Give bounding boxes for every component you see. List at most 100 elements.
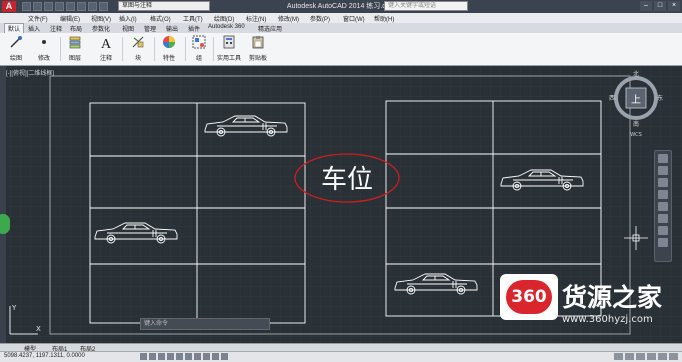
osnap-icon[interactable] (176, 353, 183, 360)
menu-dimension[interactable]: 标注(N) (246, 14, 266, 23)
menu-parametric[interactable]: 参数(P) (310, 14, 330, 23)
command-input[interactable]: 键入命令 (140, 318, 270, 330)
orbit-icon[interactable] (658, 190, 668, 199)
window-controls: – □ × (640, 1, 680, 11)
ribbon-divider (213, 37, 214, 61)
tab-autodesk-360[interactable]: Autodesk 360 (208, 24, 245, 30)
clipboard-button[interactable]: 剪贴板 (246, 35, 270, 62)
coordinate-readout: 5098.4237, 1197.1311, 0.0000 (4, 353, 85, 359)
menu-modify[interactable]: 修改(M) (278, 14, 299, 23)
tab-view[interactable]: 视图 (122, 24, 134, 33)
status-bar: 5098.4237, 1197.1311, 0.0000 (0, 351, 682, 362)
svg-text:Y: Y (11, 304, 17, 312)
zoom-icon[interactable] (658, 178, 668, 187)
menu-insert[interactable]: 插入(I) (119, 14, 137, 23)
menu-file[interactable]: 文件(F) (28, 14, 48, 23)
annotation-scale-icon[interactable] (625, 353, 634, 360)
tab-output[interactable]: 输出 (166, 24, 178, 33)
annotation-text: 车位 (321, 165, 373, 195)
transparency-icon[interactable] (221, 353, 228, 360)
layers-label: 图层 (68, 56, 81, 62)
utilities-button[interactable]: 实用工具 (216, 35, 242, 62)
viewcube-top-label: 上 (631, 94, 641, 106)
minimize-icon[interactable]: – (640, 1, 652, 11)
tab-annotate[interactable]: 注释 (50, 24, 62, 33)
menu-help[interactable]: 帮助(H) (374, 14, 394, 23)
menu-edit[interactable]: 编辑(E) (60, 14, 80, 23)
compass-east: 东 (657, 94, 663, 102)
ribbon-divider (185, 37, 186, 61)
lock-icon[interactable] (647, 353, 656, 360)
snap-icon[interactable] (140, 353, 147, 360)
clipboard-icon (252, 36, 264, 49)
tab-parametric[interactable]: 参数化 (92, 24, 110, 33)
layout-icon[interactable] (658, 226, 668, 235)
close-icon[interactable]: × (668, 1, 680, 11)
zoom-extents-icon[interactable] (658, 214, 668, 223)
ribbon-divider (154, 37, 155, 61)
annotation-icon: A (101, 37, 112, 52)
tab-layout[interactable]: 布局 (70, 24, 82, 33)
tab-manage[interactable]: 管理 (144, 24, 156, 33)
draw-button[interactable]: 绘图 (4, 35, 28, 62)
title-bar: A 草图与注释 Autodesk AutoCAD 2014 练习.dwg 键入关… (0, 0, 682, 14)
menu-window[interactable]: 窗口(W) (343, 14, 365, 23)
group-button[interactable]: 组 (187, 35, 211, 62)
model-space-icon[interactable] (614, 353, 623, 360)
layers-button[interactable]: 图层 (63, 35, 87, 62)
ducs-icon[interactable] (194, 353, 201, 360)
showmotion-icon[interactable] (658, 202, 668, 211)
wcs-label: WCS (630, 132, 642, 138)
brand-url: www.360hyzj.com (562, 314, 653, 325)
ribbon-divider (122, 37, 123, 61)
utilities-label: 实用工具 (216, 56, 241, 62)
tab-featured-apps[interactable]: 精选应用 (258, 24, 282, 33)
menu-format[interactable]: 格式(O) (150, 14, 171, 23)
menu-view[interactable]: 视图(V) (91, 14, 111, 23)
compass-south: 南 (633, 120, 639, 128)
modify-label: 修改 (37, 56, 50, 62)
tab-plugins[interactable]: 插件 (188, 24, 200, 33)
menu-tools[interactable]: 工具(T) (183, 14, 203, 23)
tab-insert[interactable]: 插入 (28, 24, 40, 33)
grid-icon[interactable] (149, 353, 156, 360)
properties-icon (163, 36, 175, 48)
pan-icon[interactable] (658, 166, 668, 175)
utilities-icon (223, 35, 235, 49)
clean-screen-icon[interactable] (669, 353, 678, 360)
otrack-icon[interactable] (185, 353, 192, 360)
annotation-button[interactable]: A 注释 (94, 35, 118, 62)
group-icon (192, 35, 206, 49)
steering-wheel-icon[interactable] (658, 154, 668, 163)
ribbon-divider (60, 37, 61, 61)
status-right-tools (614, 353, 678, 360)
maximize-icon[interactable]: □ (654, 1, 666, 11)
ortho-icon[interactable] (158, 353, 165, 360)
navigation-bar (654, 150, 672, 262)
clipboard-label: 剪贴板 (248, 56, 267, 62)
compass-west: 西 (609, 95, 615, 102)
menu-draw[interactable]: 绘图(D) (214, 14, 234, 23)
properties-button[interactable]: 特性 (157, 35, 181, 62)
modify-button[interactable]: 修改 (32, 35, 56, 62)
svg-text:X: X (36, 325, 41, 333)
annotation-label: 注释 (99, 56, 112, 62)
window-title: Autodesk AutoCAD 2014 练习.dwg (286, 3, 396, 10)
dyn-icon[interactable] (203, 353, 210, 360)
viewport-controls-label[interactable]: [-][俯视][二维线框] (6, 68, 54, 77)
help-search-input[interactable]: 键入关键字或短语 (384, 1, 468, 11)
properties-label: 特性 (162, 56, 175, 62)
workspace-switch-icon[interactable] (636, 353, 645, 360)
block-button[interactable]: 块 (126, 35, 150, 62)
block-icon (132, 36, 144, 48)
tab-default[interactable]: 默认 (4, 23, 25, 33)
isolate-icon[interactable] (658, 353, 667, 360)
floating-assistant-icon[interactable] (0, 214, 10, 234)
brand-name: 货源之家 (562, 283, 663, 312)
svg-text:A: A (101, 37, 112, 49)
polar-icon[interactable] (167, 353, 174, 360)
draw-label: 绘图 (9, 56, 22, 62)
lineweight-icon[interactable] (212, 353, 219, 360)
block-label: 块 (134, 56, 141, 62)
more-tools-icon[interactable] (658, 238, 668, 247)
